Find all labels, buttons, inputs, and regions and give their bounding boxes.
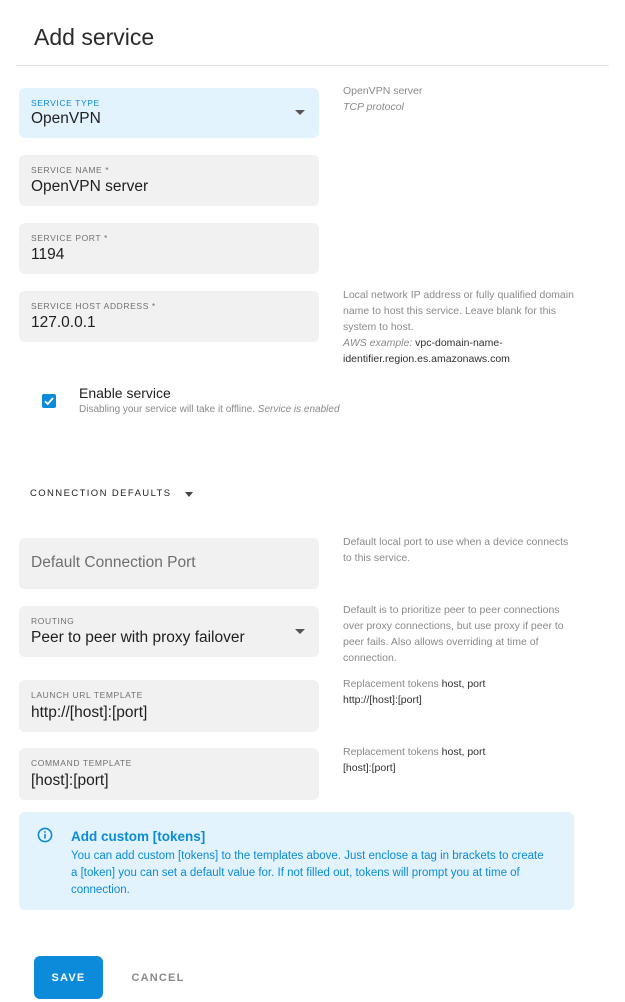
service-port-value: 1194 — [31, 246, 65, 263]
enable-service-checkbox[interactable] — [42, 394, 56, 408]
header-divider — [16, 65, 609, 66]
chevron-down-icon — [295, 110, 305, 115]
command-template-help: Replacement tokens host, port [host]:[po… — [343, 744, 578, 776]
info-icon — [37, 827, 53, 843]
launch-url-help-prefix: Replacement tokens — [343, 678, 439, 690]
service-type-help-title: OpenVPN server — [343, 85, 423, 97]
service-port-field[interactable]: SERVICE PORT * 1194 — [19, 223, 319, 274]
service-name-label: SERVICE NAME * — [31, 165, 110, 175]
routing-label: ROUTING — [31, 616, 75, 626]
service-type-label: SERVICE TYPE — [31, 98, 100, 108]
launch-url-field[interactable]: LAUNCH URL TEMPLATE http://[host]:[port] — [19, 680, 319, 732]
service-type-help: OpenVPN server TCP protocol — [343, 83, 578, 115]
enable-service-help: Disabling your service will take it offl… — [79, 404, 340, 415]
default-port-field[interactable]: Default Connection Port — [19, 538, 319, 589]
command-template-help-prefix: Replacement tokens — [343, 746, 439, 758]
command-template-label: COMMAND TEMPLATE — [31, 758, 132, 768]
command-template-value: [host]:[port] — [31, 772, 109, 789]
notice-title: Add custom [tokens] — [71, 829, 206, 844]
service-type-value: OpenVPN — [31, 110, 101, 127]
launch-url-help-example: http://[host]:[port] — [343, 694, 422, 706]
notice-body: You can add custom [tokens] to the templ… — [71, 850, 544, 896]
command-template-field[interactable]: COMMAND TEMPLATE [host]:[port] — [19, 748, 319, 800]
checkmark-icon — [44, 397, 54, 406]
save-button[interactable]: SAVE — [34, 956, 103, 999]
service-host-help-text: Local network IP address or fully qualif… — [343, 289, 574, 333]
routing-value: Peer to peer with proxy failover — [31, 629, 245, 646]
routing-select[interactable]: ROUTING Peer to peer with proxy failover — [19, 606, 319, 657]
service-type-select[interactable]: SERVICE TYPE OpenVPN — [19, 88, 319, 138]
custom-tokens-notice: Add custom [tokens] You can add custom [… — [19, 812, 574, 910]
page-title: Add service — [34, 24, 155, 50]
service-host-value: 127.0.0.1 — [31, 314, 96, 331]
service-port-label: SERVICE PORT * — [31, 233, 108, 243]
launch-url-value: http://[host]:[port] — [31, 704, 148, 721]
default-port-placeholder: Default Connection Port — [31, 554, 196, 571]
default-port-help: Default local port to use when a device … — [343, 536, 569, 564]
enable-service-label[interactable]: Enable service — [79, 385, 171, 401]
service-host-example-label: AWS example: — [343, 337, 413, 349]
launch-url-help-tokens: host, port — [441, 678, 486, 690]
caret-down-icon — [185, 492, 193, 497]
service-name-field[interactable]: SERVICE NAME * OpenVPN server — [19, 155, 319, 206]
cancel-button[interactable]: CANCEL — [118, 956, 198, 999]
command-template-help-tokens: host, port — [441, 746, 486, 758]
chevron-down-icon — [295, 628, 305, 634]
launch-url-help: Replacement tokens host, port http://[ho… — [343, 676, 578, 708]
enable-service-help-text: Disabling your service will take it offl… — [79, 404, 256, 415]
service-host-label: SERVICE HOST ADDRESS * — [31, 301, 156, 311]
enable-service-status: Service is enabled — [257, 404, 340, 415]
launch-url-label: LAUNCH URL TEMPLATE — [31, 690, 143, 700]
command-template-help-example: [host]:[port] — [343, 762, 396, 774]
service-host-field[interactable]: SERVICE HOST ADDRESS * 127.0.0.1 — [19, 291, 319, 342]
connection-defaults-title: CONNECTION DEFAULTS — [30, 488, 172, 499]
service-host-help: Local network IP address or fully qualif… — [343, 287, 578, 367]
service-type-help-detail: TCP protocol — [343, 101, 404, 113]
service-name-value: OpenVPN server — [31, 178, 149, 195]
routing-help: Default is to prioritize peer to peer co… — [343, 604, 564, 664]
